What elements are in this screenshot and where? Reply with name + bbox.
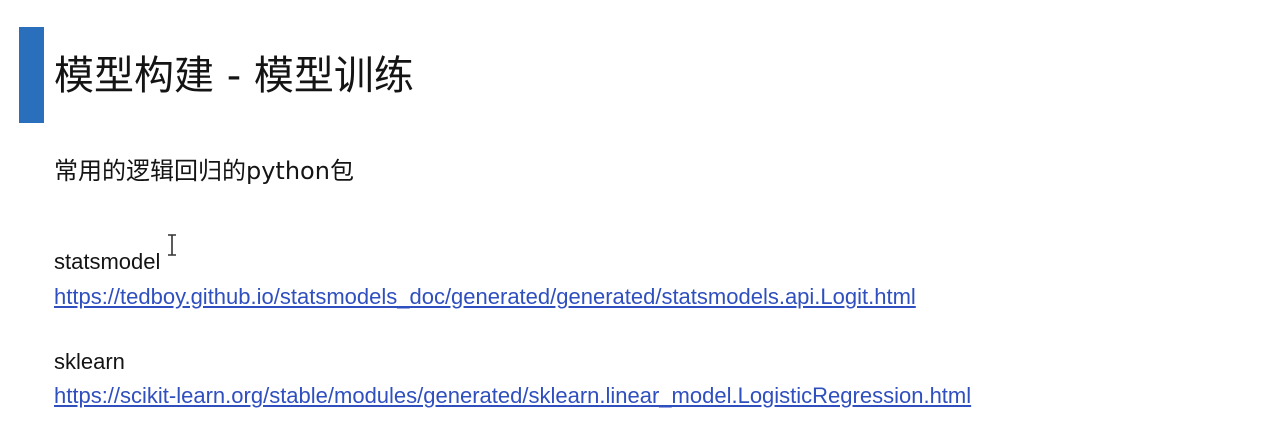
sklearn-doc-link[interactable]: https://scikit-learn.org/stable/modules/… [54, 381, 971, 411]
package-name-sklearn: sklearn [54, 349, 125, 374]
statsmodel-doc-link[interactable]: https://tedboy.github.io/statsmodels_doc… [54, 282, 916, 312]
package-name-statsmodel: statsmodel [54, 249, 161, 274]
slide-title: 模型构建 - 模型训练 [54, 53, 414, 99]
text-cursor-icon [168, 234, 176, 256]
title-accent-bar [19, 27, 44, 123]
slide-subtitle: 常用的逻辑回归的python包 [54, 157, 354, 185]
slide: 模型构建 - 模型训练 常用的逻辑回归的python包 statsmodel h… [0, 0, 1265, 442]
